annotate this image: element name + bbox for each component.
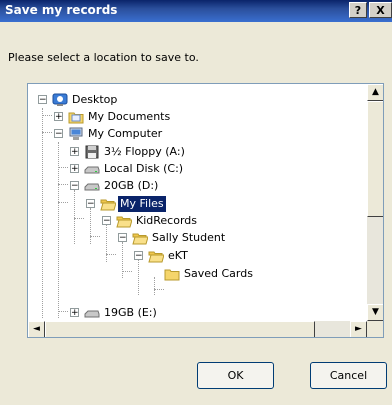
tree-item-label: 19GB (E:): [104, 306, 157, 319]
desktop-icon: [52, 93, 68, 106]
collapse-icon[interactable]: −: [70, 181, 79, 191]
tree-item-label: 20GB (D:): [104, 179, 159, 192]
title-bar[interactable]: Save my records ? X: [0, 0, 392, 22]
tree-item-label: eKT: [168, 249, 188, 262]
folder-open-icon: [132, 233, 148, 245]
folder-open-icon: [100, 199, 116, 211]
drive-icon: [84, 166, 100, 174]
tree-item-label: Local Disk (C:): [104, 162, 184, 175]
instruction-text: Please select a location to save to.: [8, 51, 199, 64]
horizontal-scrollbar[interactable]: ◄ ►: [28, 321, 367, 337]
tree-item-label: KidRecords: [136, 214, 197, 227]
horizontal-scroll-thumb[interactable]: [45, 321, 315, 337]
save-dialog: Save my records ? X Please select a loca…: [0, 0, 392, 405]
drive-icon: [84, 183, 100, 191]
cancel-button[interactable]: Cancel: [310, 362, 387, 389]
scrollbar-corner: [367, 321, 383, 337]
floppy-icon: [85, 145, 99, 159]
expand-icon[interactable]: +: [54, 112, 63, 122]
drive-icon: [84, 310, 100, 318]
dialog-title: Save my records: [5, 3, 118, 17]
collapse-icon[interactable]: −: [54, 129, 63, 139]
tree-item-label-selected: My Files: [117, 195, 167, 213]
folder-tree[interactable]: − Desktop + My Documents − My Computer +…: [27, 83, 384, 338]
expand-icon[interactable]: +: [70, 147, 79, 157]
scroll-right-button[interactable]: ►: [350, 321, 367, 337]
scroll-left-button[interactable]: ◄: [28, 321, 45, 337]
ok-button[interactable]: OK: [197, 362, 274, 389]
computer-icon: [69, 127, 83, 140]
collapse-icon[interactable]: −: [102, 216, 111, 226]
collapse-icon[interactable]: −: [38, 95, 47, 105]
folder-open-icon: [116, 216, 132, 228]
help-button[interactable]: ?: [349, 2, 367, 18]
tree-item-label: 3½ Floppy (A:): [104, 145, 185, 158]
folder-documents-icon: [68, 112, 84, 124]
tree-item-label: Sally Student: [152, 231, 226, 244]
folder-open-icon: [148, 251, 164, 263]
tree-item-label: Desktop: [72, 93, 118, 106]
collapse-icon[interactable]: −: [86, 199, 95, 209]
vertical-scroll-thumb[interactable]: [367, 101, 383, 217]
expand-icon[interactable]: +: [70, 164, 79, 174]
close-button[interactable]: X: [369, 2, 392, 18]
collapse-icon[interactable]: −: [118, 233, 127, 243]
collapse-icon[interactable]: −: [134, 251, 143, 261]
folder-icon: [164, 269, 180, 281]
vertical-scrollbar[interactable]: ▲ ▼: [367, 84, 383, 321]
scroll-down-button[interactable]: ▼: [367, 304, 383, 321]
expand-icon[interactable]: +: [70, 308, 79, 318]
tree-item-label: Saved Cards: [184, 267, 253, 280]
tree-item-label: My Computer: [88, 127, 163, 140]
scroll-up-button[interactable]: ▲: [367, 84, 383, 101]
tree-item-label: My Documents: [88, 110, 171, 123]
